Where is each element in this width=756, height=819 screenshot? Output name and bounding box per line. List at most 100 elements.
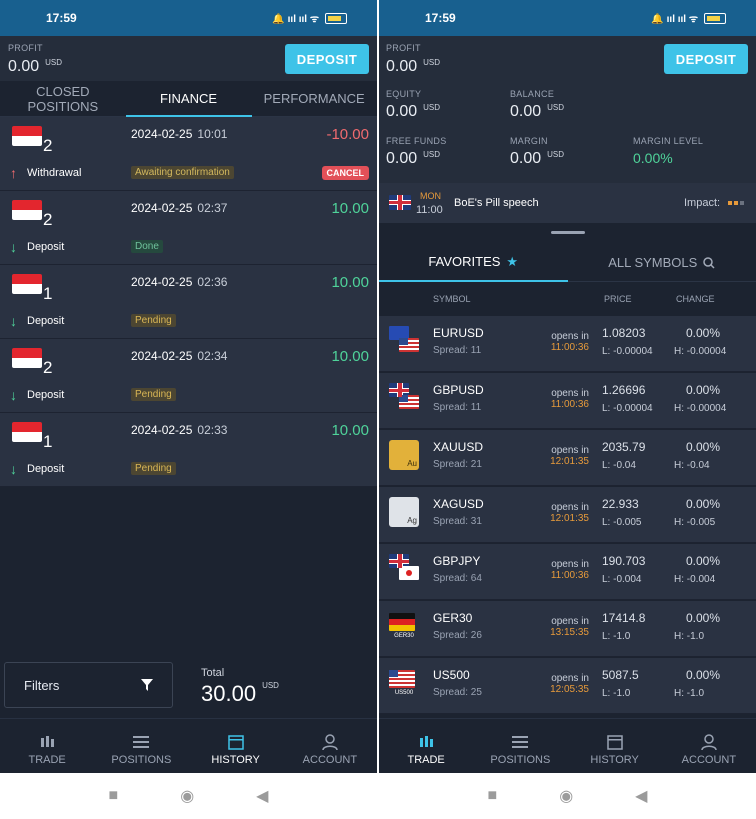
silver-icon-label: Ag xyxy=(407,516,417,525)
recents-icon[interactable]: ■ xyxy=(488,787,498,805)
symbol-row[interactable]: GER30 GER30 Spread: 26 opens in 13:15:35 … xyxy=(379,601,756,657)
row-time: 02:36 xyxy=(197,275,228,289)
symbol-low: L: -0.005 xyxy=(602,517,642,528)
tab-favorites[interactable]: FAVORITES ★ xyxy=(379,244,568,282)
symbol-icon xyxy=(389,383,421,417)
row-date: 2024-02-25 xyxy=(131,201,193,215)
opens-in-label: opens in xyxy=(551,331,589,342)
us-flag-icon xyxy=(399,395,419,409)
tab-all-symbols-label: ALL SYMBOLS xyxy=(608,255,698,270)
symbol-row[interactable]: Ag XAGUSD Spread: 31 opens in 12:01:35 22… xyxy=(379,487,756,543)
deposit-button[interactable]: DEPOSIT xyxy=(285,44,369,74)
symbol-price: 2035.79 xyxy=(602,440,646,454)
symbol-spread: Spread: 31 xyxy=(433,516,482,527)
recents-icon[interactable]: ■ xyxy=(109,787,119,805)
equity-currency: USD xyxy=(423,103,441,112)
symbol-spread: Spread: 21 xyxy=(433,459,482,470)
nav-positions[interactable]: POSITIONS xyxy=(94,719,188,773)
cancel-button[interactable]: CANCEL xyxy=(321,166,369,180)
status-badge: Pending xyxy=(131,314,176,327)
opens-time: 12:05:35 xyxy=(550,684,589,695)
symbol-row[interactable]: US500 US500 Spread: 25 opens in 12:05:35 … xyxy=(379,658,756,714)
row-number: 1 xyxy=(43,284,53,303)
nav-account[interactable]: ACCOUNT xyxy=(662,719,756,773)
profit-label: PROFIT xyxy=(386,43,421,53)
deposit-button[interactable]: DEPOSIT xyxy=(664,44,748,74)
clock: 17:59 xyxy=(425,11,456,25)
row-type: Withdrawal xyxy=(27,167,82,179)
back-icon[interactable]: ◀ xyxy=(256,786,268,806)
drag-handle[interactable] xyxy=(551,231,585,234)
symbol-row[interactable]: GBPUSD Spread: 11 opens in 11:00:36 1.266… xyxy=(379,373,756,429)
row-date: 2024-02-25 xyxy=(131,127,193,141)
nav-history[interactable]: HISTORY xyxy=(568,719,662,773)
symbol-row[interactable]: EURUSD Spread: 11 opens in 11:00:36 1.082… xyxy=(379,316,756,372)
symbol-spread: Spread: 64 xyxy=(433,573,482,584)
margin-currency: USD xyxy=(547,150,565,159)
nav-trade[interactable]: TRADE xyxy=(379,719,473,773)
row-amount: 10.00 xyxy=(331,274,369,291)
opens-in-label: opens in xyxy=(551,445,589,456)
symbol-price: 190.703 xyxy=(602,554,646,568)
us500-icon-label: US500 xyxy=(394,690,414,696)
symbol-icon: US500 xyxy=(389,668,421,702)
candlestick-icon xyxy=(41,736,55,747)
market-opens: opens in 11:00:36 xyxy=(547,559,589,581)
finance-row[interactable]: 2 2024-02-25 02:34 10.00 ↓ Deposit Pendin… xyxy=(0,339,377,413)
market-opens: opens in 13:15:35 xyxy=(547,616,589,638)
tab-all-symbols[interactable]: ALL SYMBOLS xyxy=(568,255,756,270)
col-price: PRICE xyxy=(604,294,632,304)
tab-performance[interactable]: PERFORMANCE xyxy=(251,91,377,106)
home-icon[interactable]: ◉ xyxy=(559,786,573,806)
arrow-down-icon: ↓ xyxy=(10,239,17,255)
symbol-row[interactable]: Au XAUUSD Spread: 21 opens in 12:01:35 20… xyxy=(379,430,756,486)
status-bar: 17:59 🔔 ııl ııl ᯤ xyxy=(0,0,377,36)
nav-account-label: ACCOUNT xyxy=(302,754,358,766)
indonesia-flag-icon xyxy=(12,422,42,442)
symbol-name: GBPUSD xyxy=(433,383,484,397)
nav-trade[interactable]: TRADE xyxy=(0,719,94,773)
symbol-price: 1.26696 xyxy=(602,383,646,397)
symbol-change: 0.00% xyxy=(686,440,721,454)
row-time: 02:34 xyxy=(197,349,228,363)
nav-history[interactable]: HISTORY xyxy=(189,719,283,773)
profit-label: PROFIT xyxy=(8,43,43,53)
opens-time: 11:00:36 xyxy=(550,399,589,410)
row-amount: 10.00 xyxy=(331,200,369,217)
arrow-down-icon: ↓ xyxy=(10,461,17,477)
filters-button[interactable]: Filters xyxy=(4,662,173,708)
row-number: 2 xyxy=(43,358,53,377)
margin-level-value: 0.00% xyxy=(633,150,673,166)
account-summary: PROFIT 0.00 USD DEPOSIT EQUITY 0.00 USD BA… xyxy=(379,36,756,183)
col-symbol: SYMBOL xyxy=(433,294,471,304)
us-flag-icon xyxy=(389,670,415,688)
symbol-change: 0.00% xyxy=(686,554,721,568)
nav-account[interactable]: ACCOUNT xyxy=(283,719,377,773)
total-currency: USD xyxy=(262,681,279,690)
star-icon: ★ xyxy=(506,253,519,269)
back-icon[interactable]: ◀ xyxy=(635,786,647,806)
economic-event[interactable]: MON 11:00 BoE's Pill speech Impact: xyxy=(379,183,756,223)
symbol-low: L: -0.04 xyxy=(602,460,636,471)
row-date: 2024-02-25 xyxy=(131,349,193,363)
symbol-row[interactable]: GBPJPY Spread: 64 opens in 11:00:36 190.7… xyxy=(379,544,756,600)
opens-time: 12:01:35 xyxy=(550,456,589,467)
symbol-high: H: -1.0 xyxy=(674,688,705,699)
finance-row[interactable]: 1 2024-02-25 02:36 10.00 ↓ Deposit Pendin… xyxy=(0,265,377,339)
symbol-table-header: SYMBOL PRICE CHANGE xyxy=(379,284,756,315)
finance-row[interactable]: 2 2024-02-25 10:01 -10.00 ↑ Withdrawal Aw… xyxy=(0,117,377,191)
tab-finance[interactable]: FINANCE xyxy=(126,91,252,106)
total-label: Total xyxy=(201,667,225,679)
row-type: Deposit xyxy=(27,389,65,401)
indonesia-flag-icon xyxy=(12,274,42,294)
row-time: 02:37 xyxy=(197,201,228,215)
left-screen: 17:59 🔔 ııl ııl ᯤ PROFIT 0.00 USD DEPOSIT… xyxy=(0,0,377,819)
finance-row[interactable]: 1 2024-02-25 02:33 10.00 ↓ Deposit Pendin… xyxy=(0,413,377,487)
finance-row[interactable]: 2 2024-02-25 02:37 10.00 ↓ Deposit Done xyxy=(0,191,377,265)
symbol-name: GER30 xyxy=(433,611,473,625)
nav-positions[interactable]: POSITIONS xyxy=(473,719,567,773)
home-icon[interactable]: ◉ xyxy=(180,786,194,806)
tab-closed-positions[interactable]: CLOSED POSITIONS xyxy=(0,84,126,114)
symbol-high: H: -0.00004 xyxy=(674,403,727,414)
calendar-icon xyxy=(227,735,244,750)
